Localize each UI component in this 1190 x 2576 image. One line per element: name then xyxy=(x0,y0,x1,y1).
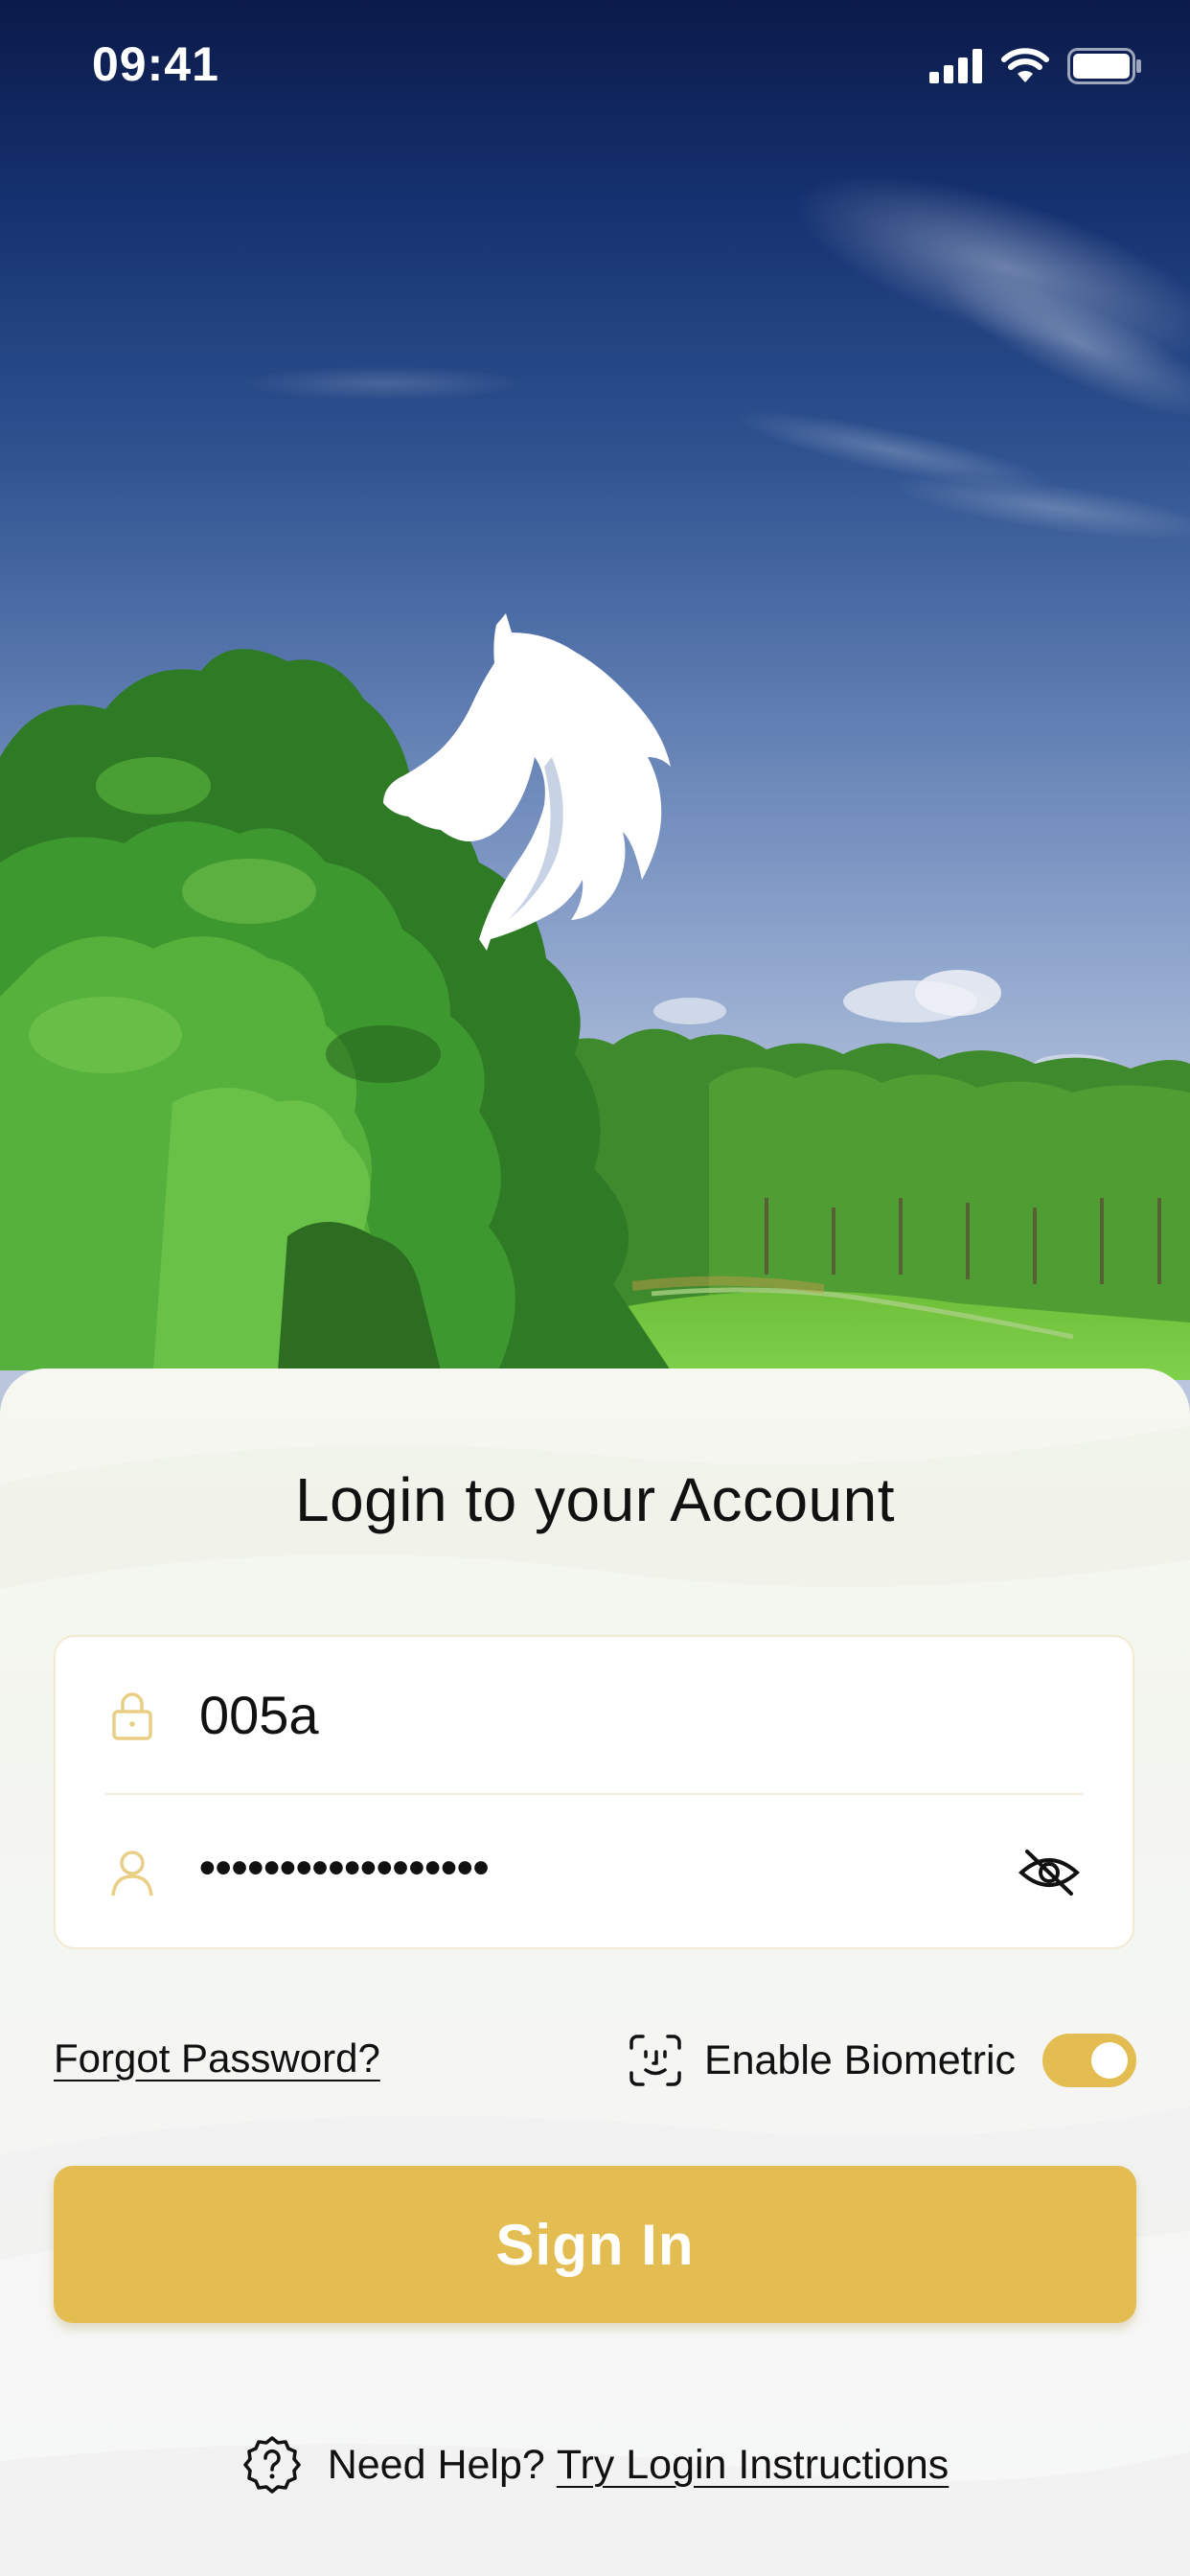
status-time: 09:41 xyxy=(92,37,219,91)
sign-in-button[interactable]: Sign In xyxy=(54,2166,1136,2323)
options-row: Forgot Password? Enable Biometric xyxy=(54,2030,1136,2091)
status-icons xyxy=(929,48,1142,84)
login-instructions-link[interactable]: Try Login Instructions xyxy=(557,2442,949,2489)
forgot-password-link[interactable]: Forgot Password? xyxy=(54,2036,380,2082)
toggle-knob xyxy=(1091,2042,1128,2079)
page-title: Login to your Account xyxy=(294,1465,896,1534)
signal-icon xyxy=(929,49,982,83)
help-icon xyxy=(242,2436,301,2494)
eye-off-icon[interactable] xyxy=(1018,1846,1081,1899)
password-value[interactable]: •••••••••••••••••• xyxy=(199,1790,489,1947)
status-bar: 09:41 xyxy=(0,0,1190,134)
sheet-texture xyxy=(0,1426,1190,2576)
biometric-option: Enable Biometric xyxy=(628,2030,1136,2091)
user-icon xyxy=(111,1851,153,1897)
login-sheet xyxy=(0,1368,1190,2576)
battery-icon xyxy=(1067,48,1141,84)
horse-head-logo xyxy=(383,613,671,951)
help-text: Need Help? xyxy=(327,2441,545,2488)
biometric-label: Enable Biometric xyxy=(703,2036,1016,2083)
face-id-icon xyxy=(629,2035,681,2086)
username-value[interactable]: 005a xyxy=(199,1637,319,1794)
biometric-toggle[interactable] xyxy=(1042,2034,1136,2087)
password-field[interactable]: •••••••••••••••••• xyxy=(56,1794,1133,1951)
login-form-card: 005a •••••••••••••••••• xyxy=(54,1635,1134,1949)
lock-icon xyxy=(112,1692,152,1740)
help-row: Need Help? Try Login Instructions xyxy=(0,2434,1190,2496)
username-field[interactable]: 005a xyxy=(56,1637,1133,1794)
wifi-icon xyxy=(1001,48,1049,82)
